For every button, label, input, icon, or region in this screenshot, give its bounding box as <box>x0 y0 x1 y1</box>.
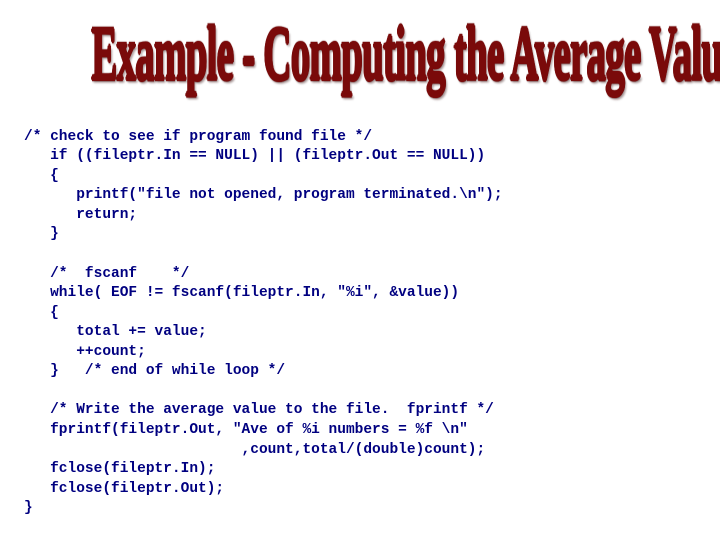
code-line: { <box>24 168 59 184</box>
code-line: if ((fileptr.In == NULL) || (fileptr.Out… <box>24 148 485 164</box>
code-line: } <box>24 226 59 242</box>
slide-title-container: Example - Computing the Average Value <box>0 0 720 96</box>
code-line: ,count,total/(double)count); <box>24 442 485 458</box>
slide-title: Example - Computing the Average Value <box>91 8 720 98</box>
code-line: ++count; <box>24 344 146 360</box>
code-line: /* check to see if program found file */ <box>24 129 372 145</box>
code-line: total += value; <box>24 324 207 340</box>
code-line: /* fscanf */ <box>24 266 189 282</box>
code-example: /* check to see if program found file */… <box>24 108 710 519</box>
code-line: /* Write the average value to the file. … <box>24 402 494 418</box>
code-line: fclose(fileptr.Out); <box>24 481 224 497</box>
code-line: return; <box>24 207 137 223</box>
code-line: } /* end of while loop */ <box>24 363 285 379</box>
code-line: { <box>24 305 59 321</box>
code-line: } <box>24 500 33 516</box>
code-line: fclose(fileptr.In); <box>24 461 215 477</box>
code-line: fprintf(fileptr.Out, "Ave of %i numbers … <box>24 422 468 438</box>
code-line: printf("file not opened, program termina… <box>24 187 503 203</box>
code-line: while( EOF != fscanf(fileptr.In, "%i", &… <box>24 285 459 301</box>
